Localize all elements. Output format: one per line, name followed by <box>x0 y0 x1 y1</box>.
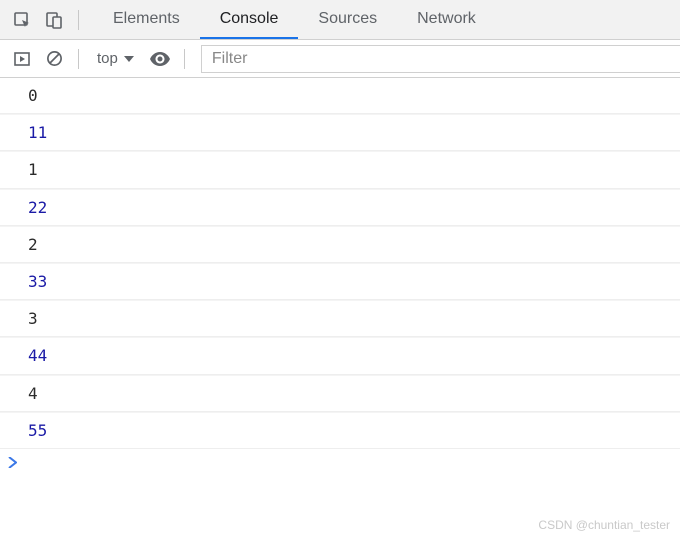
divider <box>78 10 79 30</box>
chevron-down-icon <box>124 54 134 64</box>
inspect-element-icon[interactable] <box>8 6 36 34</box>
log-row[interactable]: 4 <box>0 375 680 412</box>
tab-elements[interactable]: Elements <box>93 0 200 39</box>
log-row[interactable]: 33 <box>0 263 680 300</box>
log-row[interactable]: 11 <box>0 114 680 151</box>
tab-network[interactable]: Network <box>397 0 496 39</box>
log-row[interactable]: 2 <box>0 226 680 263</box>
console-output: 0 11 1 22 2 33 3 44 4 55 <box>0 78 680 449</box>
devtools-tabbar: Elements Console Sources Network <box>0 0 680 40</box>
log-row[interactable]: 55 <box>0 412 680 449</box>
divider <box>78 49 79 69</box>
context-label: top <box>97 50 118 67</box>
log-row[interactable]: 44 <box>0 337 680 374</box>
filter-input[interactable] <box>201 45 680 73</box>
log-row[interactable]: 0 <box>0 78 680 114</box>
log-row[interactable]: 3 <box>0 300 680 337</box>
divider <box>184 49 185 69</box>
watermark: CSDN @chuntian_tester <box>538 518 670 532</box>
tab-sources[interactable]: Sources <box>298 0 397 39</box>
execution-context-selector[interactable]: top <box>89 50 142 67</box>
toggle-sidebar-icon[interactable] <box>8 45 36 73</box>
tab-console[interactable]: Console <box>200 0 299 39</box>
clear-console-icon[interactable] <box>40 45 68 73</box>
device-toolbar-icon[interactable] <box>40 6 68 34</box>
log-row[interactable]: 1 <box>0 151 680 188</box>
console-toolbar: top <box>0 40 680 78</box>
panel-tabs: Elements Console Sources Network <box>93 0 496 39</box>
log-row[interactable]: 22 <box>0 189 680 226</box>
live-expression-icon[interactable] <box>146 45 174 73</box>
console-prompt[interactable] <box>0 449 680 477</box>
chevron-right-icon <box>8 457 17 468</box>
